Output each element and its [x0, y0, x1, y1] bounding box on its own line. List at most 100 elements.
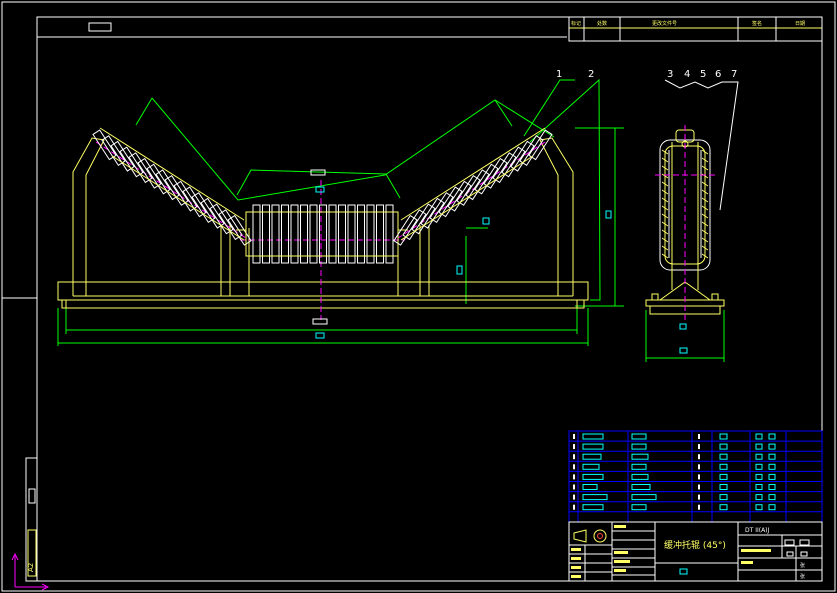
parts-list-weight-box	[755, 504, 763, 511]
parts-list-qty-mark	[698, 494, 700, 500]
parts-list-material-box	[719, 453, 728, 460]
parts-list-qty-mark	[698, 434, 700, 439]
revision-header-2: 处数	[597, 20, 607, 27]
parts-list-name-box	[631, 463, 647, 470]
callout-6: 6	[715, 69, 721, 80]
left-roller-group	[92, 127, 252, 246]
revision-header-3: 更改文件号	[652, 20, 677, 27]
center-roller-shell	[245, 211, 399, 257]
parts-list-border	[568, 430, 823, 523]
callout-3: 3	[667, 69, 673, 80]
parts-list-weight-box	[755, 443, 763, 450]
parts-list-total-box	[768, 484, 776, 490]
parts-list-code-box	[582, 433, 604, 440]
parts-list-total-box	[768, 463, 776, 470]
right-roller-shell-bottom	[400, 155, 534, 241]
parts-list-code-box	[582, 473, 604, 480]
title-block	[568, 521, 823, 582]
parts-list-index-mark	[573, 444, 575, 450]
drawing-code: DT II(A)J	[745, 527, 770, 534]
parts-list-name-box	[631, 494, 657, 501]
parts-list-code-box	[582, 463, 600, 470]
parts-list-table	[568, 430, 823, 523]
center-roller-rib	[338, 204, 346, 264]
parts-list-index-mark	[573, 494, 575, 500]
parts-list-qty-mark	[698, 464, 700, 470]
parts-list-weight-box	[755, 463, 763, 470]
parts-list-qty-mark	[698, 474, 700, 480]
parts-list-index-mark	[573, 454, 575, 460]
parts-list-name-box	[631, 473, 649, 480]
side-label: A2	[27, 563, 35, 572]
parts-list-weight-box	[755, 494, 763, 501]
parts-list-weight-box	[755, 433, 763, 440]
cad-drawing-canvas: A2 标记 处数 更改文件号 签名 日期 1 2 3 4 5 6 7 缓冲托辊 …	[1, 1, 836, 592]
parts-list-material-box	[719, 443, 728, 450]
callout-5: 5	[700, 69, 706, 80]
parts-list-total-box	[768, 453, 776, 460]
parts-list-total-box	[768, 504, 776, 511]
parts-list-index-mark	[573, 464, 575, 470]
center-roller-rib	[328, 204, 337, 264]
center-roller-group	[236, 204, 408, 264]
parts-list-index-mark	[573, 434, 575, 439]
parts-list-total-box	[768, 443, 776, 450]
revision-header-4: 签名	[752, 20, 762, 27]
center-roller-rib	[347, 204, 356, 264]
parts-list-index-mark	[573, 504, 575, 510]
parts-list-material-box	[719, 433, 728, 440]
front-dimension-lines	[57, 78, 624, 346]
parts-list-material-box	[719, 504, 728, 511]
callout-7: 7	[731, 69, 737, 80]
center-roller-rib	[252, 204, 261, 264]
parts-list-name-box	[631, 443, 647, 450]
parts-list-material-box	[719, 463, 728, 470]
center-roller-rib	[262, 204, 270, 264]
drawing-name: 缓冲托辊 (45°)	[664, 539, 726, 551]
parts-list-name-box	[631, 504, 647, 511]
parts-list-qty-mark	[698, 454, 700, 460]
parts-list-qty-mark	[698, 484, 700, 490]
parts-list-total-box	[768, 433, 776, 440]
revision-header-5: 日期	[795, 21, 805, 27]
sheet-label-1: 张	[800, 562, 805, 569]
center-roller-rib	[271, 204, 280, 264]
parts-list-code-box	[582, 443, 604, 450]
parts-list-material-box	[719, 484, 728, 490]
parts-list-code-box	[582, 494, 608, 501]
parts-list-name-box	[631, 484, 651, 490]
side-view-centerlines	[655, 125, 715, 320]
left-roller-shell-bottom	[111, 155, 245, 241]
projection-symbol	[573, 529, 607, 543]
parts-list-code-box	[582, 484, 598, 490]
center-roller-rib	[357, 204, 365, 264]
right-roller-shell-top	[400, 127, 546, 221]
callout-2: 2	[588, 69, 594, 80]
center-roller-rib	[290, 204, 299, 264]
parts-list-name-box	[631, 433, 647, 440]
center-roller-rib	[309, 204, 318, 264]
parts-list-name-box	[631, 453, 649, 460]
parts-list-qty-mark	[698, 504, 700, 510]
parts-list-code-box	[582, 453, 602, 460]
parts-list-index-mark	[573, 484, 575, 490]
left-roller-shell-top	[99, 127, 245, 221]
side-view-roller	[659, 139, 711, 271]
sheet-label-2: 张	[800, 573, 805, 580]
center-roller-rib	[300, 204, 308, 264]
side-view-annotation-boxes	[679, 323, 688, 354]
parts-list-weight-box	[755, 484, 763, 490]
binding-strip	[25, 457, 38, 582]
center-roller-rib	[376, 204, 384, 264]
parts-list-weight-box	[755, 473, 763, 480]
center-roller-rib	[366, 204, 375, 264]
parts-list-total-box	[768, 473, 776, 480]
center-roller-rib	[385, 204, 394, 264]
parts-list-qty-mark	[698, 444, 700, 450]
callout-4: 4	[684, 69, 690, 80]
parts-list-weight-box	[755, 453, 763, 460]
parts-list-code-box	[582, 504, 604, 511]
parts-list-material-box	[719, 473, 728, 480]
parts-list-total-box	[768, 494, 776, 501]
center-roller-rib	[281, 204, 289, 264]
